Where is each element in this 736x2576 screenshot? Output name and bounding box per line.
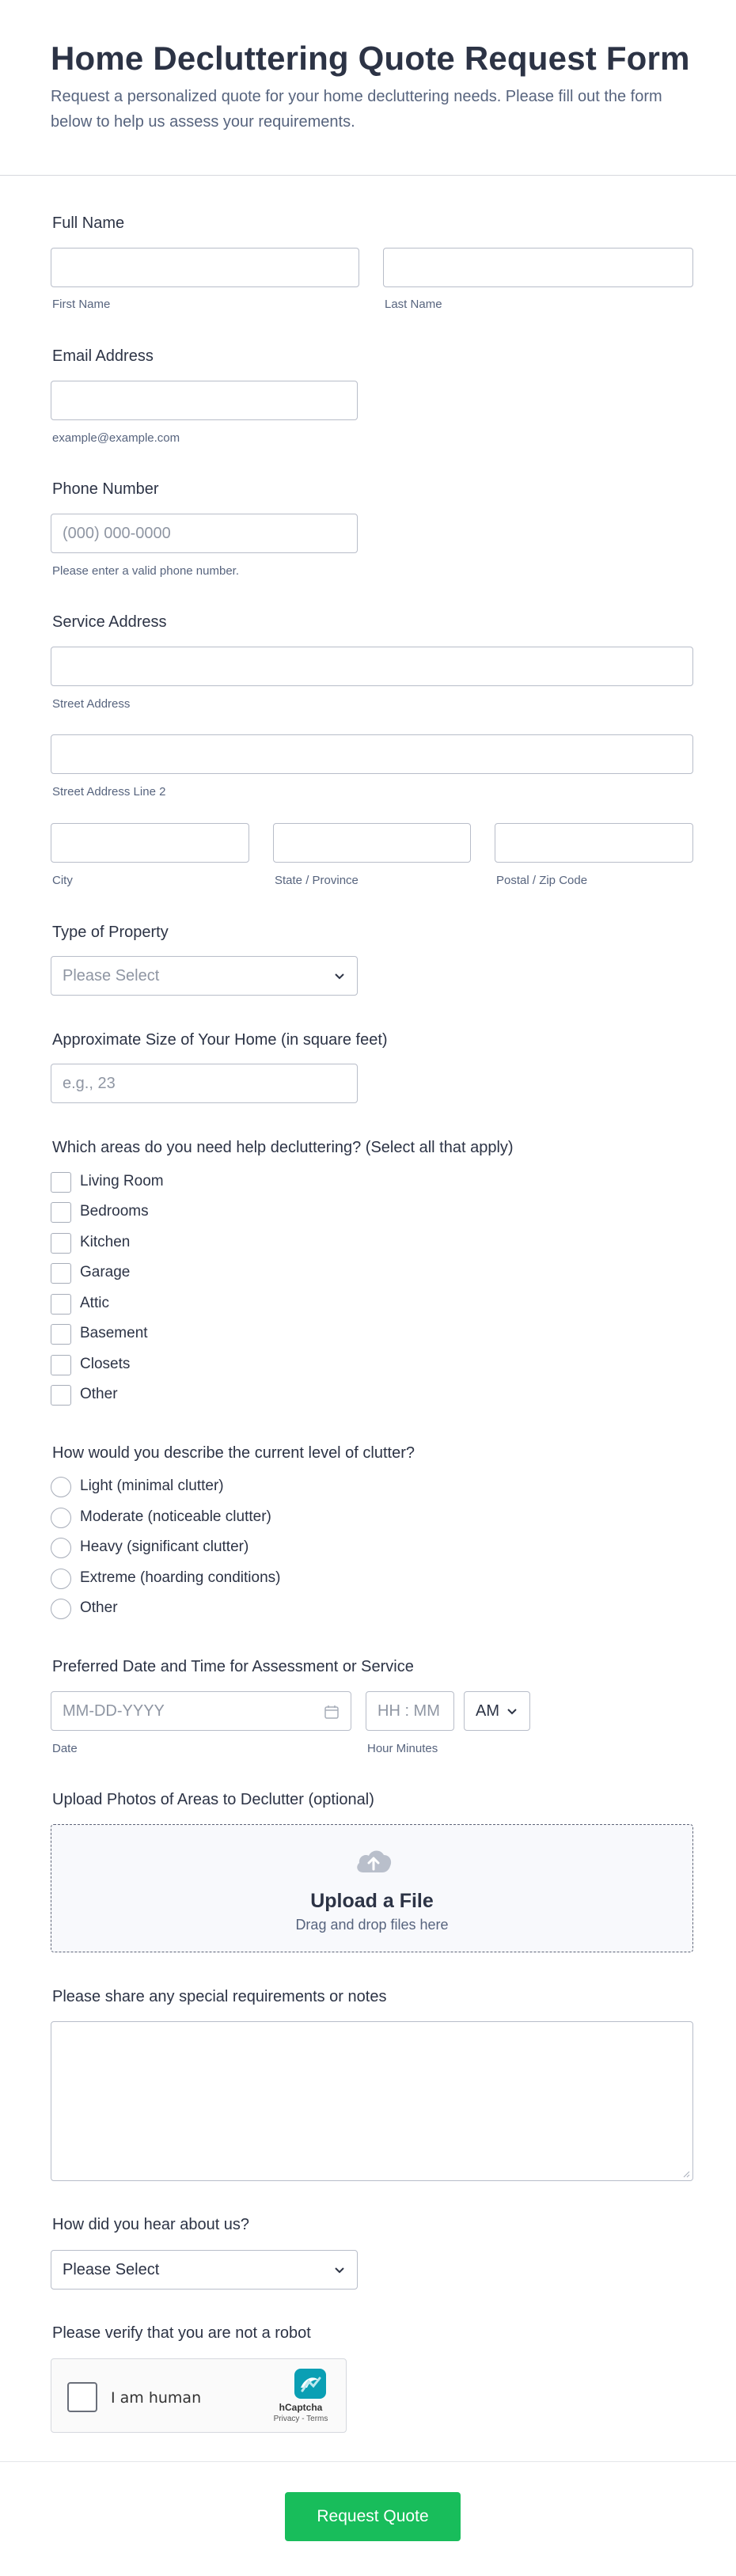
city-input[interactable] xyxy=(51,823,249,863)
street-address-input[interactable] xyxy=(51,647,693,686)
datetime-label: Preferred Date and Time for Assessment o… xyxy=(52,1658,414,1675)
file-upload-dropzone[interactable]: Upload a File Drag and drop files here xyxy=(51,1824,693,1952)
referral-value: Please Select xyxy=(63,2261,160,2278)
captcha-checkbox[interactable] xyxy=(67,2382,97,2412)
captcha-label: Please verify that you are not a robot xyxy=(52,2324,311,2342)
checkbox[interactable] xyxy=(51,1233,71,1254)
home-size-label: Approximate Size of Your Home (in square… xyxy=(52,1031,388,1049)
referral-label: How did you hear about us? xyxy=(52,2216,250,2233)
time-placeholder: HH : MM xyxy=(377,1702,440,1720)
time-sublabel: Hour Minutes xyxy=(367,1742,438,1755)
last-name-sublabel: Last Name xyxy=(385,298,442,311)
areas-label: Which areas do you need help declutterin… xyxy=(52,1139,514,1156)
phone-placeholder: (000) 000-0000 xyxy=(63,525,171,542)
state-sublabel: State / Province xyxy=(275,874,359,887)
street-address-2-sublabel: Street Address Line 2 xyxy=(52,785,166,799)
first-name-sublabel: First Name xyxy=(52,298,111,311)
captcha-checkbox-text: I am human xyxy=(111,2389,202,2407)
upload-label: Upload Photos of Areas to Declutter (opt… xyxy=(52,1791,374,1808)
checkbox[interactable] xyxy=(51,1324,71,1345)
checkbox[interactable] xyxy=(51,1263,71,1284)
phone-input[interactable]: (000) 000-0000 xyxy=(51,514,358,553)
checkbox[interactable] xyxy=(51,1385,71,1406)
upload-hint: Drag and drop files here xyxy=(295,1917,449,1933)
referral-select[interactable]: Please Select xyxy=(51,2250,358,2290)
chevron-down-icon xyxy=(335,973,344,980)
checkbox[interactable] xyxy=(51,1294,71,1315)
home-size-input[interactable]: e.g., 23 xyxy=(51,1064,358,1103)
date-sublabel: Date xyxy=(52,1742,78,1755)
city-sublabel: City xyxy=(52,874,73,887)
zip-sublabel: Postal / Zip Code xyxy=(496,874,588,887)
full-name-label: Full Name xyxy=(52,214,125,232)
checkbox[interactable] xyxy=(51,1355,71,1375)
street-address-2-input[interactable] xyxy=(51,734,693,774)
email-input[interactable] xyxy=(51,381,358,420)
form-description: Request a personalized quote for your ho… xyxy=(51,88,662,131)
email-label: Email Address xyxy=(52,347,154,365)
ampm-select[interactable]: AM xyxy=(464,1691,530,1731)
cloud-upload-icon xyxy=(357,1850,392,1872)
date-placeholder: MM-DD-YYYY xyxy=(63,1702,165,1720)
radio[interactable] xyxy=(51,1538,71,1558)
radio[interactable] xyxy=(51,1569,71,1589)
radio[interactable] xyxy=(51,1477,71,1497)
zip-input[interactable] xyxy=(495,823,693,863)
chevron-down-icon xyxy=(507,1709,517,1715)
last-name-input[interactable] xyxy=(383,248,693,287)
email-sublabel: example@example.com xyxy=(52,431,180,445)
phone-sublabel: Please enter a valid phone number. xyxy=(52,564,239,578)
home-size-placeholder: e.g., 23 xyxy=(63,1075,116,1092)
date-input[interactable]: MM-DD-YYYY xyxy=(51,1691,351,1731)
request-quote-button[interactable]: Request Quote xyxy=(285,2492,461,2541)
state-input[interactable] xyxy=(273,823,471,863)
form-footer: Request Quote xyxy=(0,2461,736,2576)
property-type-select[interactable]: Please Select xyxy=(51,956,358,996)
upload-title: Upload a File xyxy=(310,1890,434,1912)
time-input[interactable]: HH : MM xyxy=(366,1691,454,1731)
checkbox[interactable] xyxy=(51,1202,71,1223)
property-type-label: Type of Property xyxy=(52,924,169,941)
resize-handle-icon[interactable] xyxy=(682,2170,690,2178)
hcaptcha-brand: hCaptcha xyxy=(279,2402,323,2413)
hcaptcha-logo-icon xyxy=(294,2369,326,2399)
ampm-value: AM xyxy=(476,1702,499,1720)
first-name-input[interactable] xyxy=(51,248,359,287)
radio[interactable] xyxy=(51,1599,71,1619)
hcaptcha-terms-link[interactable]: Privacy - Terms xyxy=(265,2415,336,2423)
phone-label: Phone Number xyxy=(52,480,159,498)
radio[interactable] xyxy=(51,1508,71,1528)
address-label: Service Address xyxy=(52,613,167,631)
notes-textarea[interactable] xyxy=(51,2021,693,2181)
form-header: Home Decluttering Quote Request Form Req… xyxy=(0,0,736,176)
chevron-down-icon xyxy=(335,2267,344,2274)
property-type-placeholder: Please Select xyxy=(63,967,160,984)
hcaptcha-widget: I am human hCaptcha Privacy - Terms xyxy=(51,2358,347,2433)
clutter-level-label: How would you describe the current level… xyxy=(52,1444,415,1462)
street-address-sublabel: Street Address xyxy=(52,697,131,711)
calendar-icon[interactable] xyxy=(324,1704,340,1720)
form-title: Home Decluttering Quote Request Form xyxy=(51,40,690,77)
checkbox[interactable] xyxy=(51,1172,71,1193)
notes-label: Please share any special requirements or… xyxy=(52,1988,387,2005)
